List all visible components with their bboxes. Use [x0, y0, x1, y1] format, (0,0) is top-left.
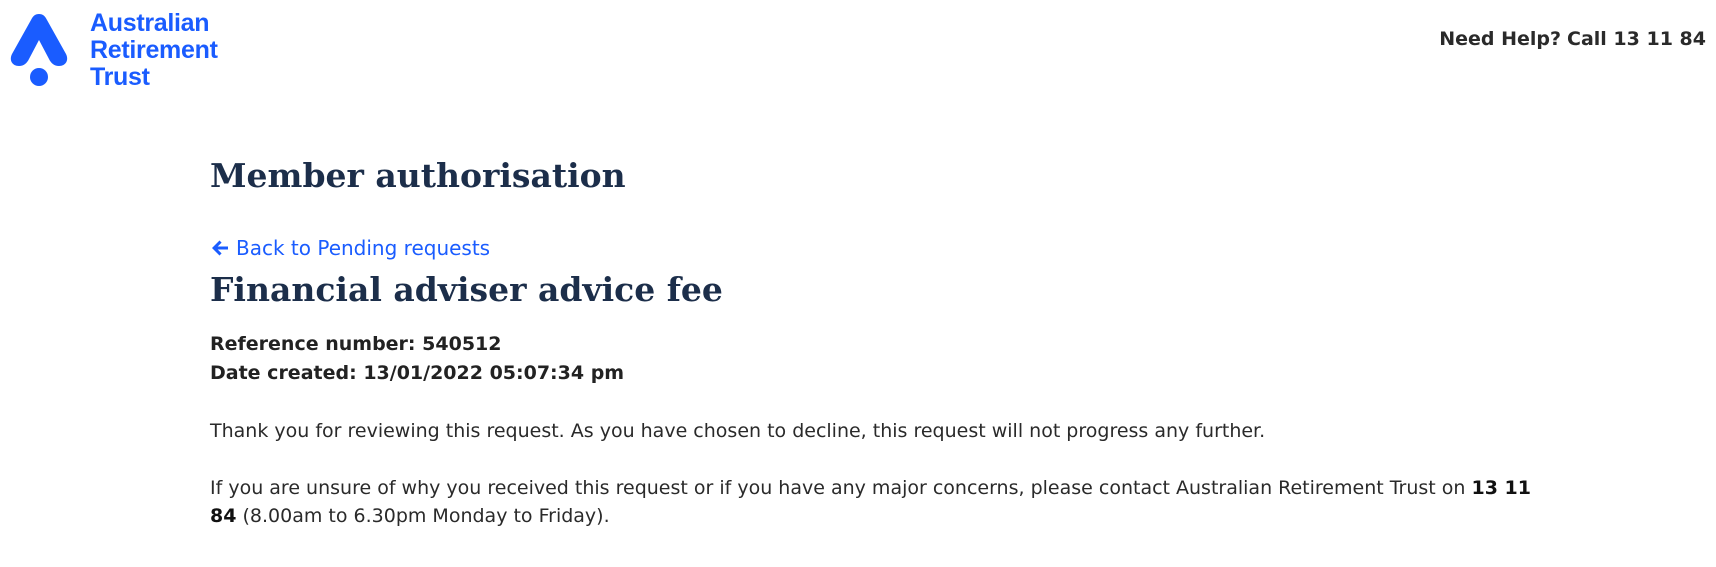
help-phone: Call 13 11 84 — [1567, 28, 1706, 50]
date-created: Date created: 13/01/2022 05:07:34 pm — [210, 359, 1550, 388]
main-content: Member authorisation Back to Pending req… — [210, 130, 1550, 549]
help-label: Need Help? — [1439, 28, 1562, 50]
contact-hours: (8.00am to 6.30pm Monday to Friday). — [242, 505, 610, 527]
site-header: Australian Retirement Trust Need Help? Ca… — [0, 0, 1716, 100]
brand-wordmark-line-1: Australian — [90, 9, 210, 37]
reference-value: 540512 — [422, 333, 502, 355]
back-link-label: Back to Pending requests — [236, 236, 491, 260]
contact-info-prefix: If you are unsure of why you received th… — [210, 477, 1466, 499]
brand-wordmark-line-3: Trust — [90, 63, 150, 91]
page-title: Member authorisation — [210, 156, 626, 195]
date-value: 13/01/2022 05:07:34 pm — [363, 362, 625, 384]
reference-label: Reference number: — [210, 333, 416, 355]
request-meta: Reference number: 540512 Date created: 1… — [210, 330, 1550, 388]
brand-logo[interactable]: Australian Retirement Trust — [8, 10, 218, 91]
decline-confirmation-text: Thank you for reviewing this request. As… — [210, 420, 1266, 442]
help-contact[interactable]: Need Help? Call 13 11 84 — [1439, 28, 1706, 50]
back-to-pending-requests-link[interactable]: Back to Pending requests — [210, 236, 490, 260]
date-label: Date created: — [210, 362, 357, 384]
arrow-left-icon — [212, 240, 228, 256]
request-title: Financial adviser advice fee — [210, 270, 723, 309]
reference-number: Reference number: 540512 — [210, 330, 1550, 359]
contact-info-text: If you are unsure of why you received th… — [210, 474, 1540, 530]
art-logo-mark-icon — [10, 14, 68, 86]
brand-wordmark: Australian Retirement Trust — [90, 10, 218, 91]
brand-wordmark-line-2: Retirement — [90, 36, 218, 64]
